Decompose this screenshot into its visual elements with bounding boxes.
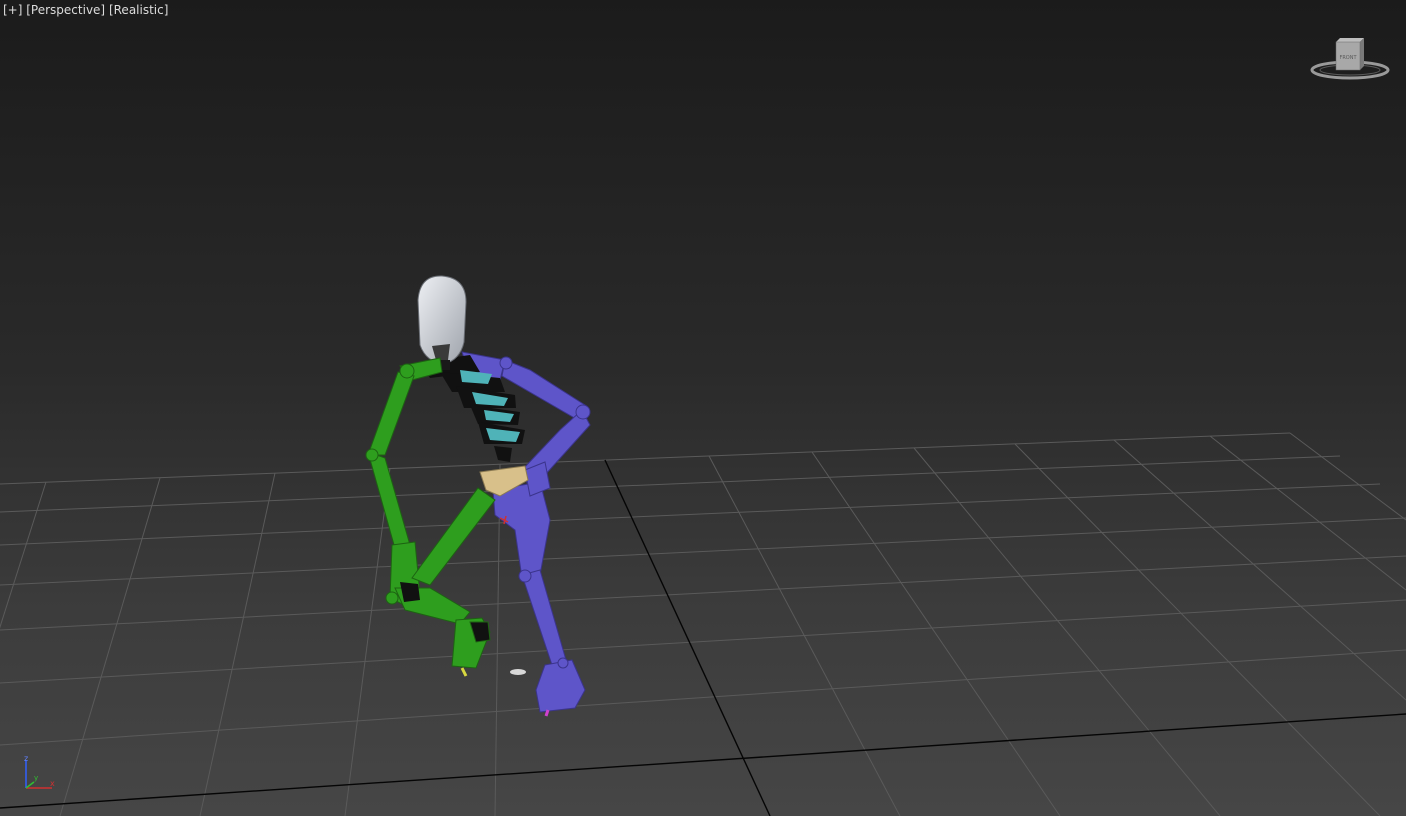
viewport-label-menu: [+] [Perspective] [Realistic]: [3, 3, 168, 17]
viewcube-top-face[interactable]: [1336, 38, 1364, 42]
viewport-point-of-view-menu[interactable]: [Perspective]: [26, 3, 105, 17]
axis-z-label: z: [24, 754, 28, 763]
viewcube[interactable]: FRONT: [1308, 36, 1394, 88]
left-toe-marker: [460, 667, 468, 677]
viewcube-front-label: FRONT: [1339, 55, 1357, 61]
footstep-marker[interactable]: [510, 669, 526, 675]
ground-grid-main-axes: [0, 459, 1406, 816]
biped-character[interactable]: [365, 275, 591, 717]
axis-y-label: y: [34, 774, 38, 782]
right-toe-marker: [544, 709, 550, 717]
viewport-scene[interactable]: [0, 0, 1406, 816]
axis-x-label: x: [50, 779, 55, 788]
viewport-general-menu[interactable]: [+]: [3, 3, 22, 17]
head[interactable]: [417, 275, 467, 370]
right-leg[interactable]: [492, 481, 586, 713]
ground-grid: [0, 432, 1406, 816]
viewport-shading-menu[interactable]: [Realistic]: [109, 3, 168, 17]
viewcube-side-face[interactable]: [1360, 38, 1364, 70]
axis-tripod: z x y: [24, 754, 55, 789]
perspective-viewport[interactable]: [+] [Perspective] [Realistic] FRONT z x …: [0, 0, 1406, 816]
